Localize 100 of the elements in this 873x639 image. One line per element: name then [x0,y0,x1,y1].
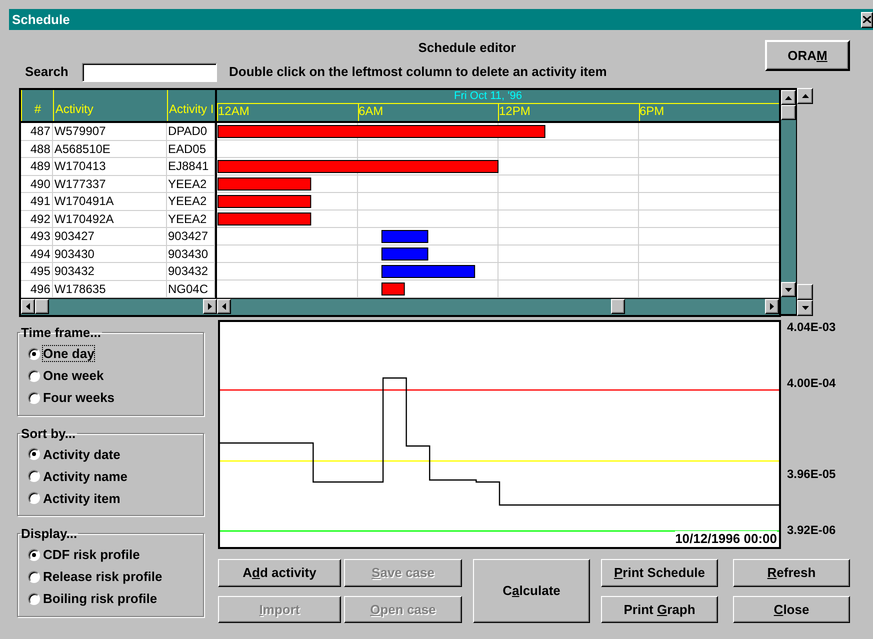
radio-button[interactable] [28,470,40,482]
right-arrow-icon [208,303,212,310]
table-cell: NG04C [166,280,215,297]
action-button[interactable]: Refresh [733,559,850,586]
down-arrow-icon [785,288,792,292]
scroll-thumb[interactable] [611,299,625,314]
radio-button[interactable] [28,548,40,560]
radio-option[interactable]: Four weeks [28,386,193,408]
time-tick-label: 6AM [358,104,384,118]
table-cell: 491 [21,193,54,210]
vertical-scrollbar[interactable] [781,88,797,316]
table-cell: W170492A [53,210,167,227]
radio-button[interactable] [28,592,40,604]
radio-label: Activity date [43,446,120,462]
scroll-thumb[interactable] [797,284,813,300]
close-button[interactable] [861,12,873,28]
radio-label: CDF risk profile [43,547,140,562]
action-button[interactable]: Print Graph [601,596,718,623]
group-title: Sort by... [20,424,77,443]
left-arrow-icon [222,303,226,310]
time-tick-label: 6PM [640,104,664,118]
up-arrow-icon [785,96,792,100]
radio-option[interactable]: Activity item [28,487,193,509]
radio-button[interactable] [28,392,40,404]
radio-button[interactable] [28,448,40,460]
scroll-left-button[interactable] [21,299,35,314]
table-cell: W170491A [53,193,167,210]
table-cell: 903427 [166,228,215,244]
scroll-up-button[interactable] [797,88,813,104]
column-header[interactable]: Activity I [166,90,216,121]
radio-option[interactable]: One day [28,342,193,364]
radio-option[interactable]: Activity date [28,443,193,465]
column-header[interactable]: Activity [53,90,167,121]
radio-label: Four weeks [43,390,115,405]
table-cell: YEEA2 [166,210,215,227]
y-axis-label: 4.00E-04 [787,376,836,390]
radio-button[interactable] [28,370,40,382]
scroll-left-button[interactable] [217,299,231,314]
table-cell: 487 [21,123,54,140]
chart-time-label: 10/12/1996 00:00 [675,531,777,546]
scroll-up-button[interactable] [781,90,796,105]
scroll-right-button[interactable] [765,299,779,314]
scroll-thumb[interactable] [35,299,49,314]
horizontal-scrollbar[interactable] [21,298,217,315]
table-cell: A568510E [53,140,167,157]
search-label: Search [25,63,70,82]
radio-button[interactable] [28,570,40,582]
search-field[interactable] [82,62,217,82]
table-cell: 903430 [166,246,215,262]
radio-option[interactable]: CDF risk profile [28,544,193,566]
radio-option[interactable]: One week [28,364,193,386]
table-cell: 492 [21,210,54,227]
radio-label: Activity item [43,490,120,506]
left-arrow-icon [26,303,30,310]
table-cell: 496 [21,280,54,297]
scroll-down-button[interactable] [781,282,796,297]
table-cell: EJ8841 [166,158,215,174]
horizontal-scrollbar[interactable] [217,298,779,315]
down-arrow-icon [802,306,808,310]
radio-button[interactable] [28,492,40,504]
column-header[interactable]: # [21,90,54,121]
table-cell: 903427 [53,228,167,244]
table-cell: 493 [21,228,54,244]
action-button[interactable]: Print Schedule [601,559,718,586]
action-button[interactable]: Add activity [218,559,341,586]
radio-option[interactable]: Activity name [28,465,193,487]
time-tick-label: 12PM [499,104,530,118]
group-title: Display... [20,525,78,543]
radio-label: Activity name [43,468,128,484]
radio-option[interactable]: Release risk profile [28,566,193,588]
y-axis-label: 3.96E-05 [787,467,836,481]
action-button[interactable]: Calculate [473,559,590,623]
table-cell: 490 [21,176,54,192]
scroll-down-button[interactable] [797,300,813,316]
table-cell: 903430 [53,246,167,262]
right-arrow-icon [770,303,774,310]
close-icon [863,16,871,23]
table-cell: 494 [21,246,54,262]
oram-button[interactable]: ORAM [765,40,850,71]
action-button[interactable]: Close [733,596,850,623]
scroll-right-button[interactable] [203,299,217,314]
scroll-thumb[interactable] [781,105,796,120]
table-cell: W579907 [53,123,167,140]
table-cell: W170413 [53,158,167,174]
radio-label: One week [43,368,104,383]
window-title: Schedule [12,10,70,29]
radio-option[interactable]: Boiling risk profile [28,588,193,610]
radio-label: One day [43,346,94,361]
outer-vertical-scrollbar[interactable] [797,88,813,316]
table-cell: 488 [21,140,54,157]
radio-button[interactable] [28,348,40,360]
time-tick-label: 12AM [218,104,250,118]
table-cell: W178635 [53,280,167,297]
table-cell: YEEA2 [166,193,215,210]
table-cell: 495 [21,263,54,280]
table-cell: W177337 [53,176,167,192]
editor-heading: Schedule editor [418,38,516,56]
table-cell: 903432 [53,263,167,280]
y-axis-label: 3.92E-06 [787,523,836,537]
up-arrow-icon [802,94,808,98]
